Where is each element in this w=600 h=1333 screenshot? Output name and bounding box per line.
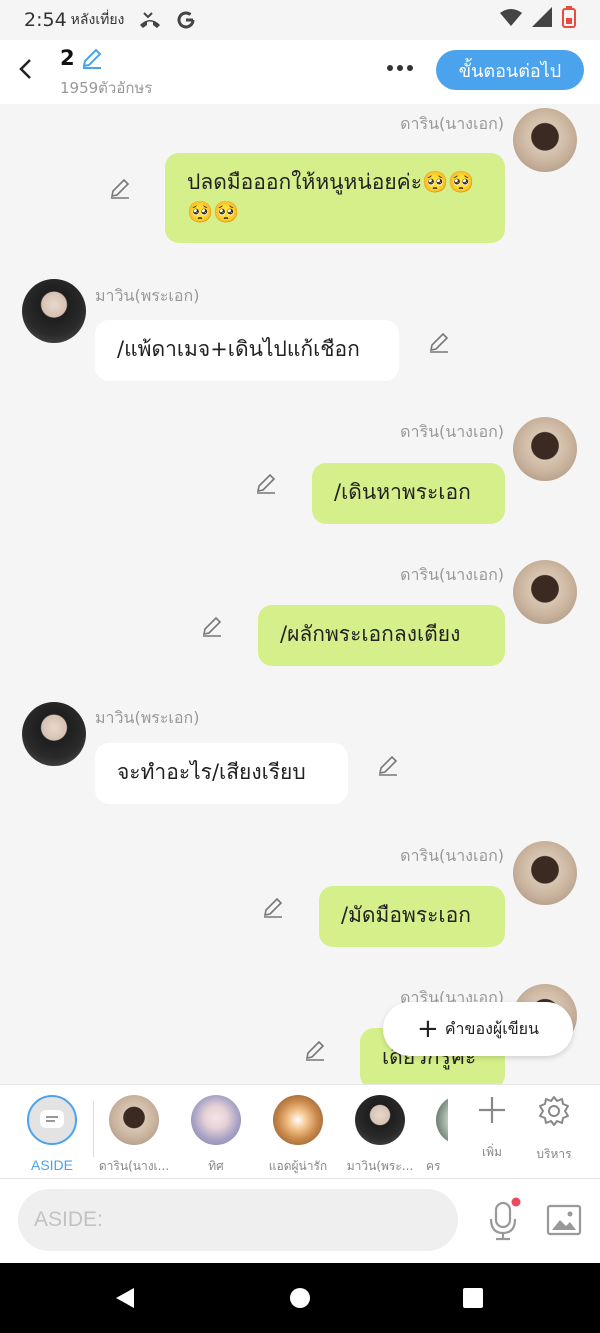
plus-icon: + bbox=[417, 1014, 439, 1044]
sender-name: ดาริน(นางเอก) bbox=[400, 846, 504, 865]
character-label: มาวิน(พระ... bbox=[346, 1159, 414, 1173]
message-bubble[interactable]: /มัดมือพระเอก bbox=[319, 886, 505, 947]
character-tit[interactable]: ทิศ bbox=[176, 1093, 256, 1176]
edit-message-icon[interactable] bbox=[261, 895, 285, 919]
avatar[interactable] bbox=[513, 108, 577, 172]
circle-home-icon bbox=[290, 1288, 310, 1308]
character-darin[interactable]: ดาริน(นางเ... bbox=[94, 1093, 174, 1176]
battery-icon bbox=[562, 6, 576, 32]
character-label: ดาริน(นางเ... bbox=[98, 1159, 170, 1173]
message-bubble[interactable]: ปลดมือออกให้หนูหน่อยค่ะ🥺🥺🥺🥺 bbox=[165, 153, 505, 243]
character-label: แอดผู้น่ารัก bbox=[268, 1159, 328, 1173]
writer-note-label: คำของผู้เขียน bbox=[444, 1018, 539, 1038]
input-row bbox=[0, 1179, 600, 1263]
character-label: ASIDE bbox=[30, 1157, 73, 1173]
avatar[interactable] bbox=[513, 560, 577, 624]
avatar bbox=[436, 1095, 448, 1145]
status-time: 2:54 bbox=[24, 9, 67, 31]
back-button[interactable] bbox=[10, 54, 40, 84]
sender-name: มาวิน(พระเอก) bbox=[95, 708, 200, 727]
message-bubble[interactable]: /ผลักพระเอกลงเตียง bbox=[258, 605, 505, 666]
add-character-button[interactable]: เพิ่ม bbox=[462, 1095, 522, 1162]
avatar bbox=[191, 1095, 241, 1145]
plus-icon bbox=[479, 1097, 505, 1123]
avatar bbox=[355, 1095, 405, 1145]
gear-icon bbox=[539, 1096, 569, 1126]
wifi-icon bbox=[500, 8, 522, 30]
aside-icon bbox=[27, 1095, 77, 1145]
add-label: เพิ่ม bbox=[482, 1145, 502, 1159]
image-icon bbox=[546, 1204, 582, 1236]
chapter-number: 2 bbox=[60, 46, 75, 70]
manage-button[interactable]: บริหาร bbox=[524, 1095, 584, 1164]
microphone-icon bbox=[489, 1197, 521, 1241]
character-selector: ASIDE ดาริน(นางเ... ทิศ แอดผู้น่ารัก มาว… bbox=[0, 1084, 600, 1179]
navigation-bar bbox=[0, 1263, 600, 1333]
character-count: 1959ตัวอักษร bbox=[60, 79, 153, 97]
character-mawin[interactable]: มาวิน(พระ... bbox=[340, 1093, 420, 1176]
manage-label: บริหาร bbox=[536, 1147, 572, 1161]
microphone-button[interactable] bbox=[484, 1197, 522, 1245]
sender-name: ดาริน(นางเอก) bbox=[400, 565, 504, 584]
edit-message-icon[interactable] bbox=[303, 1038, 327, 1062]
avatar[interactable] bbox=[513, 841, 577, 905]
message-bubble[interactable]: /เดินหาพระเอก bbox=[312, 463, 505, 524]
edit-message-icon[interactable] bbox=[376, 753, 400, 777]
triangle-back-icon bbox=[116, 1288, 134, 1308]
character-aside[interactable]: ASIDE bbox=[12, 1093, 92, 1173]
avatar[interactable] bbox=[22, 279, 86, 343]
writer-note-button[interactable]: + คำของผู้เขียน bbox=[383, 1002, 573, 1056]
message-bubble[interactable]: /แพ้ดาเมจ+เดินไปแก้เชือก bbox=[95, 320, 399, 381]
status-bar: 2:54 หลังเที่ยง bbox=[0, 0, 600, 40]
back-nav-button[interactable] bbox=[110, 1283, 140, 1313]
more-options-button[interactable] bbox=[382, 54, 418, 82]
avatar[interactable] bbox=[513, 417, 577, 481]
sender-name: ดาริน(นางเอก) bbox=[400, 422, 504, 441]
image-button[interactable] bbox=[545, 1201, 583, 1239]
recents-nav-button[interactable] bbox=[458, 1283, 488, 1313]
message-bubble[interactable]: จะทำอะไร/เสียงเรียบ bbox=[95, 743, 348, 804]
avatar bbox=[109, 1095, 159, 1145]
avatar[interactable] bbox=[22, 702, 86, 766]
edit-title-icon[interactable] bbox=[80, 46, 104, 74]
chevron-left-icon bbox=[19, 59, 31, 79]
status-ampm: หลังเที่ยง bbox=[70, 12, 125, 28]
signal-icon bbox=[532, 7, 552, 31]
character-partial[interactable]: คร bbox=[412, 1093, 448, 1176]
character-label: ทิศ bbox=[208, 1159, 224, 1173]
edit-message-icon[interactable] bbox=[427, 330, 451, 354]
next-step-button[interactable]: ขั้นตอนต่อไป bbox=[436, 50, 584, 90]
missed-call-icon bbox=[138, 11, 162, 29]
edit-message-icon[interactable] bbox=[108, 176, 132, 200]
edit-message-icon[interactable] bbox=[200, 614, 224, 638]
chat-area[interactable]: ดาริน(นางเอก) ปลดมือออกให้หนูหน่อยค่ะ🥺🥺🥺… bbox=[0, 104, 600, 1084]
edit-message-icon[interactable] bbox=[254, 471, 278, 495]
google-icon bbox=[176, 10, 196, 30]
character-admin[interactable]: แอดผู้น่ารัก bbox=[258, 1093, 338, 1176]
home-nav-button[interactable] bbox=[285, 1283, 315, 1313]
sender-name: ดาริน(นางเอก) bbox=[400, 114, 504, 133]
square-recents-icon bbox=[463, 1288, 483, 1308]
aside-input[interactable] bbox=[18, 1189, 458, 1251]
header: 2 1959ตัวอักษร ขั้นตอนต่อไป bbox=[0, 40, 600, 104]
sender-name: มาวิน(พระเอก) bbox=[95, 286, 200, 305]
character-label: คร bbox=[426, 1159, 441, 1173]
avatar bbox=[273, 1095, 323, 1145]
